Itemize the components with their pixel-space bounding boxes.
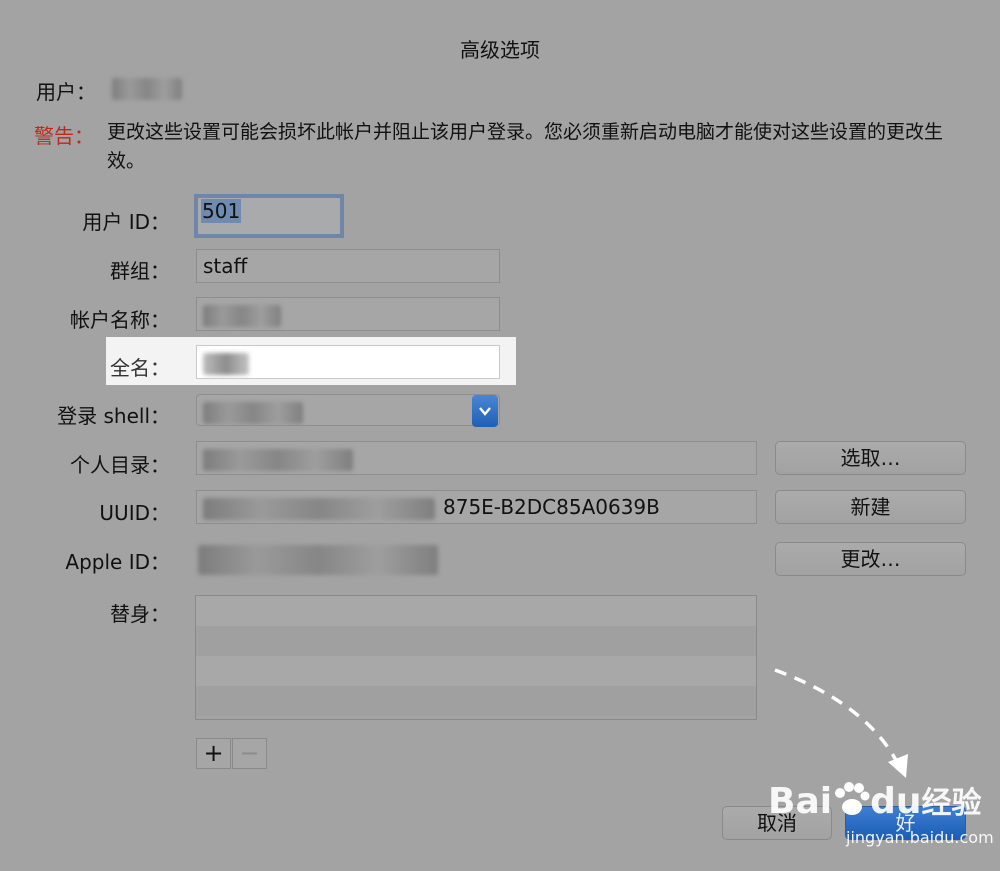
user-id-value: 501: [201, 199, 242, 223]
user-name-blurred: [112, 78, 182, 100]
change-button[interactable]: 更改…: [775, 542, 966, 576]
popup-arrow-button[interactable]: [472, 395, 498, 427]
list-item[interactable]: [196, 686, 756, 716]
watermark-brand-du: du: [870, 781, 922, 822]
aliases-label: 替身：: [110, 602, 170, 626]
account-name-field[interactable]: [196, 297, 500, 331]
aliases-list[interactable]: [195, 595, 757, 720]
home-dir-blurred: [203, 448, 353, 471]
paw-logo-icon: [835, 782, 870, 815]
warning-label: 警告：: [34, 124, 94, 148]
full-name-field[interactable]: [196, 345, 500, 379]
user-label: 用户：: [36, 80, 96, 104]
choose-button[interactable]: 选取…: [775, 441, 966, 475]
new-button[interactable]: 新建: [775, 490, 966, 524]
watermark-product: 经验: [921, 786, 982, 821]
account-name-blurred: [203, 304, 281, 327]
uuid-field[interactable]: 875E-B2DC85A0639B: [196, 490, 757, 524]
list-item[interactable]: [196, 596, 756, 626]
dashed-arrow-annotation: [774, 668, 908, 778]
login-shell-label: 登录 shell：: [57, 404, 170, 428]
user-id-field[interactable]: 501: [194, 194, 344, 238]
remove-alias-button[interactable]: −: [232, 738, 267, 769]
uuid-blurred: [203, 497, 435, 520]
login-shell-popup[interactable]: [196, 394, 500, 426]
list-item[interactable]: [196, 626, 756, 656]
chevron-down-icon: [479, 407, 491, 416]
uuid-label: UUID：: [99, 501, 170, 525]
home-dir-label: 个人目录：: [70, 453, 170, 477]
login-shell-blurred: [203, 401, 303, 424]
add-alias-button[interactable]: +: [196, 738, 231, 769]
watermark-url: jingyan.baidu.com: [846, 828, 994, 847]
watermark-brand-bai: Bai: [768, 781, 833, 822]
full-name-label: 全名：: [110, 356, 170, 380]
baidu-jingyan-watermark: Bai du经验 jingyan.baidu.com: [768, 772, 1000, 868]
dialog-title: 高级选项: [460, 38, 540, 62]
apple-id-label: Apple ID：: [65, 550, 170, 574]
user-id-label: 用户 ID：: [82, 210, 170, 234]
group-label: 群组：: [110, 259, 170, 283]
list-item[interactable]: [196, 656, 756, 686]
group-field[interactable]: staff: [196, 249, 500, 283]
full-name-blurred: [203, 352, 249, 375]
account-name-label: 帐户名称：: [70, 308, 170, 332]
home-dir-field[interactable]: [196, 441, 757, 475]
apple-id-blurred: [198, 545, 438, 575]
uuid-visible-value: 875E-B2DC85A0639B: [443, 495, 660, 519]
warning-text: 更改这些设置可能会损坏此帐户并阻止该用户登录。您必须重新启动电脑才能使对这些设置…: [107, 121, 944, 172]
